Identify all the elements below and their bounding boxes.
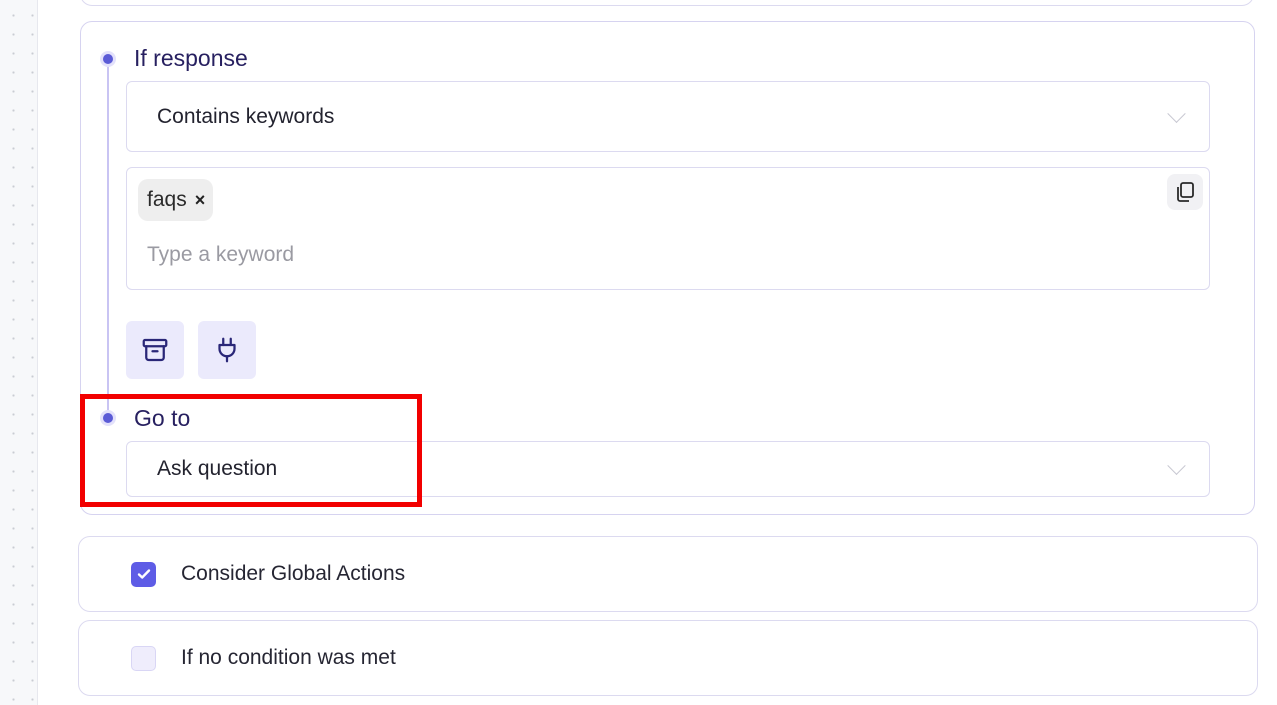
if-response-dot [103, 54, 113, 64]
copy-icon [1177, 182, 1194, 202]
keyword-tag: faqs × [138, 179, 214, 221]
chevron-down-icon [1167, 456, 1186, 475]
previous-card-edge [80, 0, 1254, 6]
timeline-connector [107, 59, 109, 419]
archive-icon [142, 338, 168, 362]
consider-global-actions-label: Consider Global Actions [181, 562, 406, 585]
go-to-label: Go to [134, 405, 191, 431]
go-to-select[interactable]: Ask question [126, 441, 1210, 497]
consider-global-actions-row[interactable]: Consider Global Actions [78, 536, 1258, 612]
keywords-field[interactable]: faqs × [126, 167, 1210, 290]
keyword-input[interactable] [147, 238, 747, 272]
archive-button[interactable] [126, 321, 184, 379]
copy-button[interactable] [1167, 174, 1203, 210]
if-response-label: If response [134, 45, 248, 71]
remove-tag-icon[interactable]: × [195, 190, 206, 211]
go-to-dot [103, 413, 113, 423]
no-condition-met-row[interactable]: If no condition was met [78, 620, 1258, 696]
keyword-tag-label: faqs [147, 188, 187, 211]
no-condition-met-label: If no condition was met [181, 646, 396, 669]
canvas-dot-grid [0, 0, 38, 705]
plug-icon [218, 337, 236, 363]
match-type-select[interactable]: Contains keywords [126, 81, 1210, 152]
consider-global-actions-checkbox[interactable] [131, 561, 156, 587]
go-to-value: Ask question [157, 457, 278, 480]
match-type-value: Contains keywords [157, 104, 335, 128]
no-condition-met-checkbox[interactable] [131, 645, 156, 671]
chevron-down-icon [1167, 104, 1186, 123]
check-icon [137, 569, 150, 579]
integration-button[interactable] [198, 321, 256, 379]
